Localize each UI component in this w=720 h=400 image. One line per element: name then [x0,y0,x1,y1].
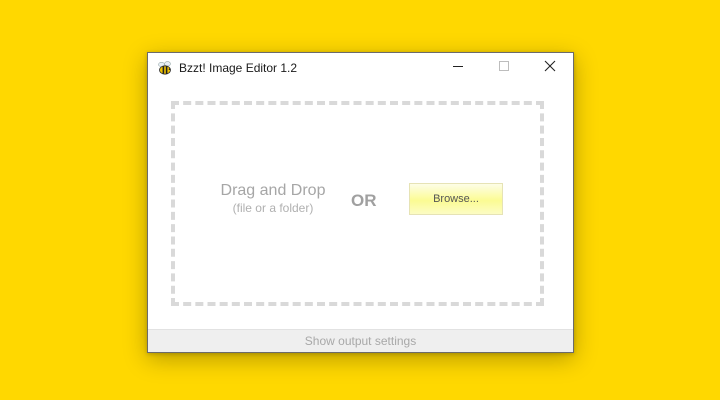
show-output-settings-button[interactable]: Show output settings [148,329,573,352]
drop-zone[interactable]: Drag and Drop (file or a folder) OR Brow… [171,101,544,306]
minimize-button[interactable] [435,53,481,83]
window-controls [435,53,573,83]
maximize-button[interactable] [481,53,527,83]
desktop-background: Bzzt! Image Editor 1.2 Drag and Drop (fi… [0,0,720,400]
drag-drop-title: Drag and Drop [220,182,326,199]
title-bar[interactable]: Bzzt! Image Editor 1.2 [148,53,573,83]
drag-drop-subtitle: (file or a folder) [232,201,314,215]
drag-drop-hint: Drag and Drop (file or a folder) [213,181,333,215]
or-separator: OR [351,191,377,210]
window-title: Bzzt! Image Editor 1.2 [179,61,298,75]
maximize-icon [498,59,510,77]
close-icon [544,59,556,77]
close-button[interactable] [527,53,573,83]
browse-button[interactable]: Browse... [409,183,503,215]
bee-icon [156,59,174,77]
minimize-icon [452,59,464,77]
app-window: Bzzt! Image Editor 1.2 Drag and Drop (fi… [147,52,574,353]
